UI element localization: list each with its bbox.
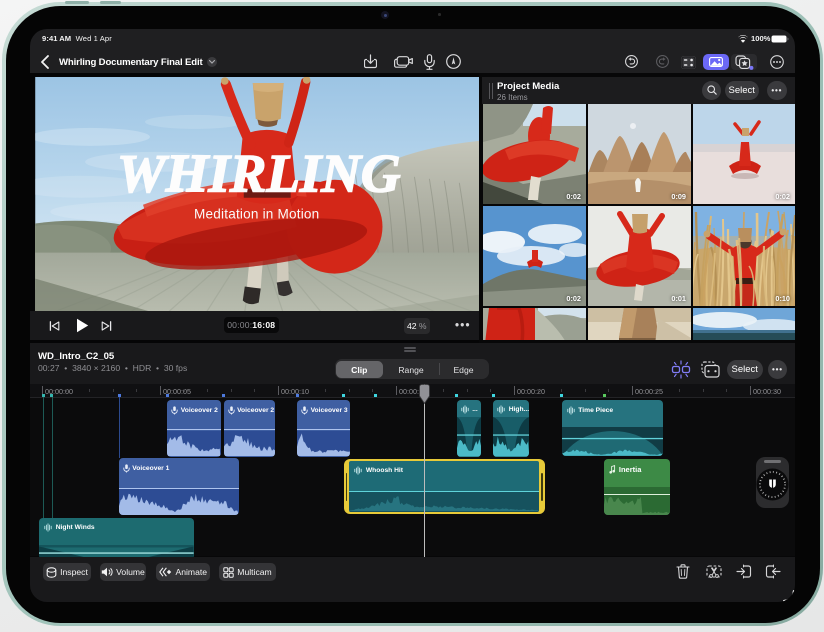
svg-text:WHIRLING: WHIRLING [117, 143, 400, 203]
svg-text:Meditation in Motion: Meditation in Motion [194, 206, 319, 221]
